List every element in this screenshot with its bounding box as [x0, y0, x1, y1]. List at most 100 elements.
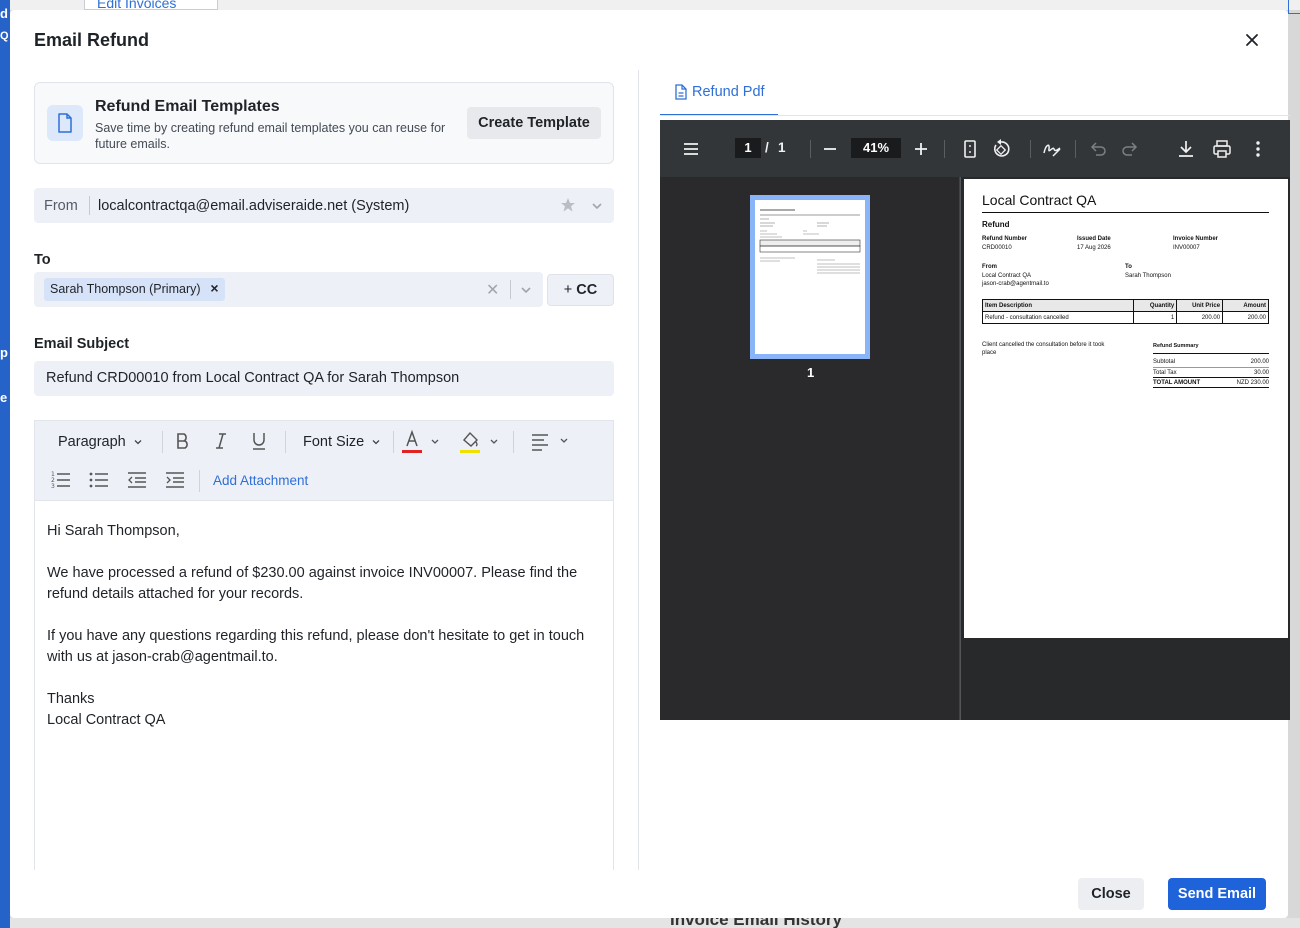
- fit-page-icon[interactable]: [959, 138, 981, 160]
- from-value: localcontractqa@email.adviseraide.net (S…: [98, 198, 410, 214]
- tab-refund-pdf-label: Refund Pdf: [692, 84, 765, 100]
- align-icon[interactable]: [531, 433, 575, 451]
- pdf-from-name: Local Contract QA: [982, 273, 1032, 279]
- bold-icon[interactable]: [175, 431, 191, 451]
- paragraph-label: Paragraph: [58, 434, 126, 450]
- numbered-list-icon[interactable]: 123: [51, 470, 71, 490]
- file-icon: [675, 84, 687, 100]
- body-signoff: Thanks Local Contract QA: [47, 691, 166, 728]
- toolbar-separator: [1075, 140, 1076, 158]
- font-size-dropdown[interactable]: Font Size: [303, 431, 381, 453]
- pdf-total-label: TOTAL AMOUNT: [1153, 380, 1201, 386]
- pdf-subtotal: 200.00: [1250, 359, 1269, 365]
- outdent-icon[interactable]: [127, 470, 147, 490]
- table-cell: 200.00: [1176, 311, 1224, 324]
- add-cc-button[interactable]: + CC: [547, 274, 614, 306]
- star-icon[interactable]: [560, 197, 576, 217]
- page-number-input[interactable]: 1: [735, 138, 761, 158]
- pdf-company: Local Contract QA: [982, 192, 1097, 208]
- pdf-rule: [1153, 387, 1269, 388]
- subject-label: Email Subject: [34, 336, 130, 352]
- subject-input[interactable]: Refund CRD00010 from Local Contract QA f…: [34, 361, 614, 396]
- create-template-button[interactable]: Create Template: [467, 107, 601, 139]
- page-total: 1: [778, 140, 786, 155]
- pdf-issued-date-label: Issued Date: [1077, 236, 1111, 242]
- table-row: Refund - consultation cancelled 1 200.00…: [981, 311, 1269, 324]
- toolbar-separator: [513, 431, 514, 453]
- templates-title: Refund Email Templates: [95, 98, 280, 115]
- chevron-down-icon[interactable]: [519, 283, 533, 302]
- refund-templates-card: Refund Email Templates Save time by crea…: [34, 82, 614, 164]
- toolbar-separator: [285, 431, 286, 453]
- pdf-to-name: Sarah Thompson: [1125, 273, 1171, 279]
- tab-refund-pdf[interactable]: Refund Pdf: [660, 72, 778, 116]
- indent-icon[interactable]: [165, 470, 185, 490]
- rotate-icon[interactable]: [990, 138, 1012, 160]
- pdf-doc-title: Refund: [982, 220, 1010, 229]
- toolbar-separator: [199, 470, 200, 492]
- pdf-refund-number: CRD00010: [982, 245, 1012, 251]
- pdf-summary-title: Refund Summary: [1153, 343, 1199, 349]
- download-icon[interactable]: [1175, 138, 1197, 160]
- svg-text:3: 3: [51, 483, 55, 490]
- close-icon[interactable]: [1242, 30, 1262, 50]
- zoom-in-icon[interactable]: [910, 138, 932, 160]
- menu-icon[interactable]: [680, 138, 702, 160]
- print-icon[interactable]: [1211, 138, 1233, 160]
- from-separator: [89, 196, 90, 215]
- page-separator: /: [765, 140, 769, 155]
- table-cell: 1: [1133, 311, 1178, 324]
- templates-description: Save time by creating refund email templ…: [95, 121, 446, 151]
- send-email-button[interactable]: Send Email: [1168, 878, 1266, 910]
- bullet-list-icon[interactable]: [89, 470, 109, 490]
- email-body[interactable]: Hi Sarah Thompson, We have processed a r…: [47, 521, 607, 752]
- toolbar-separator: [810, 140, 811, 158]
- pdf-items-table: Item Description Quantity Unit Price Amo…: [981, 299, 1269, 324]
- pdf-to-label: To: [1125, 264, 1132, 270]
- table-header: Quantity: [1133, 299, 1178, 312]
- zoom-out-icon[interactable]: [819, 138, 841, 160]
- page-thumbnail[interactable]: [750, 195, 870, 359]
- redo-icon[interactable]: [1119, 138, 1141, 160]
- more-options-icon[interactable]: [1247, 138, 1269, 160]
- close-button[interactable]: Close: [1078, 878, 1144, 910]
- to-select[interactable]: Sarah Thompson (Primary) × ✕: [34, 272, 543, 307]
- pdf-page-area: Local Contract QA Refund Refund Number C…: [961, 177, 1290, 720]
- pdf-total: NZD 230.00: [1236, 380, 1269, 386]
- pdf-from-email: jason-crab@agentmail.to: [982, 281, 1049, 287]
- from-label: From: [44, 198, 78, 214]
- pdf-issued-date: 17 Aug 2026: [1077, 245, 1111, 251]
- text-color-icon[interactable]: [401, 429, 441, 455]
- remove-recipient-icon[interactable]: ×: [210, 280, 218, 296]
- from-select[interactable]: From localcontractqa@email.adviseraide.n…: [34, 188, 614, 223]
- highlight-color-icon[interactable]: [459, 429, 501, 455]
- annotate-icon[interactable]: [1041, 138, 1063, 160]
- clear-icon[interactable]: ✕: [486, 280, 499, 300]
- email-editor[interactable]: Paragraph Font Size 1 2 3 Add Attachment…: [34, 420, 614, 870]
- zoom-input[interactable]: 41%: [851, 138, 901, 158]
- table-cell: Refund - consultation cancelled: [981, 311, 1135, 324]
- table-header: Amount: [1222, 299, 1269, 312]
- mail-icon[interactable]: [1288, 0, 1300, 14]
- pdf-note: Client cancelled the consultation before…: [982, 342, 1105, 356]
- italic-icon[interactable]: [213, 431, 229, 451]
- pdf-refund-number-label: Refund Number: [982, 236, 1027, 242]
- underline-icon[interactable]: [251, 431, 267, 451]
- pdf-toolbar: 1 / 1 41%: [660, 120, 1290, 177]
- tab-edit-invoices[interactable]: Edit Invoices: [84, 0, 218, 11]
- pdf-invoice-number-label: Invoice Number: [1173, 236, 1219, 242]
- table-header: Item Description: [981, 299, 1135, 312]
- body-paragraph: If you have any questions regarding this…: [47, 628, 585, 665]
- undo-icon[interactable]: [1087, 138, 1109, 160]
- add-attachment-link[interactable]: Add Attachment: [213, 473, 308, 488]
- pdf-rule: [1153, 353, 1269, 354]
- pdf-rule: [1153, 377, 1269, 378]
- paragraph-dropdown[interactable]: Paragraph: [58, 431, 143, 453]
- chevron-down-icon[interactable]: [590, 199, 604, 217]
- document-icon: [47, 105, 83, 141]
- toolbar-separator: [1030, 140, 1031, 158]
- table-header: Unit Price: [1176, 299, 1224, 312]
- pdf-thumbnails: 1: [660, 177, 960, 720]
- pdf-rule: [982, 212, 1269, 213]
- pdf-from-label: From: [982, 264, 997, 270]
